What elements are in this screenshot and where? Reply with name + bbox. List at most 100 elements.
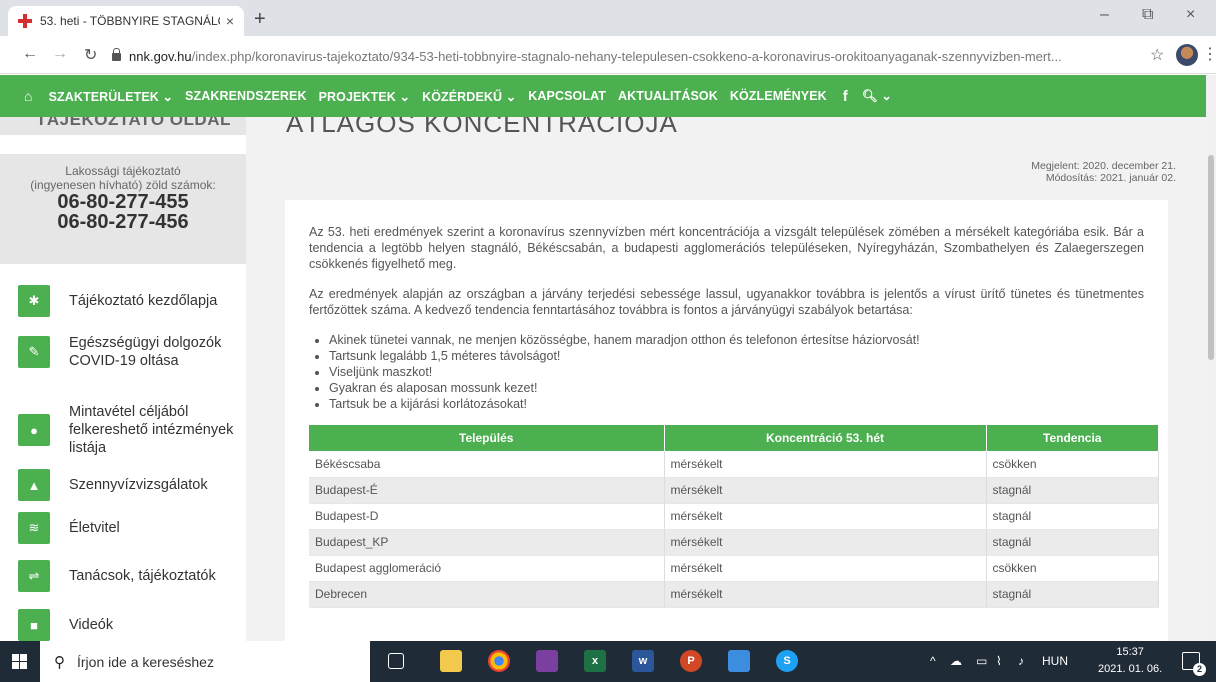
hotline-phone-1[interactable]: 06-80-277-455	[0, 192, 246, 212]
sidebar-item-label: Videók	[69, 617, 114, 633]
clock-time: 15:37	[1116, 646, 1144, 658]
list-item: Viseljünk maszkot!	[329, 364, 1144, 380]
browser-menu-icon[interactable]: ⋮	[1202, 44, 1216, 64]
nav-kozerdeku[interactable]: KÖZÉRDEKŰ ⌄	[422, 89, 516, 104]
syringe-icon: ✎	[18, 336, 50, 368]
tab-title: 53. heti - TÖBBNYIRE STAGNÁLÓ	[40, 14, 220, 28]
language-indicator[interactable]: HUN	[1042, 654, 1068, 668]
url-host: nnk.gov.hu	[129, 48, 192, 64]
main-content: ÁTLAGOS KONCENTRÁCIÓJA Megjelent: 2020. …	[246, 117, 1206, 641]
skype-icon[interactable]: S	[776, 650, 798, 672]
table-cell: csökken	[986, 555, 1159, 582]
hotline-lead-2: (ingyenesen hívható) zöld számok:	[30, 178, 216, 192]
cloud-icon[interactable]: ☁	[950, 654, 962, 668]
excel-icon[interactable]: x	[584, 650, 606, 672]
video-camera-icon: ■	[18, 609, 50, 641]
site-nav-bar: ⌂ SZAKTERÜLETEK ⌄ SZAKRENDSZEREK PROJEKT…	[0, 75, 1210, 117]
battery-icon[interactable]: ▭	[976, 654, 987, 668]
sidebar-item-videok[interactable]: ■ Videók	[18, 609, 239, 641]
sidebar-item-label: Egészségügyi dolgozók COVID-19 oltása	[69, 335, 222, 369]
table-row: Budapest_KP mérsékelt stagnál	[309, 529, 1159, 556]
forward-arrow-icon[interactable]: →	[52, 45, 68, 63]
sidebar-item-eletvitel[interactable]: ≋ Életvitel	[18, 512, 239, 544]
taskbar-clock[interactable]: 15:37 2021. 01. 06.	[1098, 644, 1162, 678]
table-cell: mérsékelt	[664, 581, 987, 608]
windows-start-icon[interactable]	[12, 654, 27, 669]
sidebar-item-mintavetel[interactable]: ● Mintavétel céljából felkereshető intéz…	[18, 403, 239, 457]
sidebar-item-label: Mintavétel céljából felkereshető intézmé…	[69, 404, 234, 456]
table-cell: stagnál	[986, 477, 1159, 504]
table-cell: Budapest-É	[309, 477, 665, 504]
network-icon[interactable]: ⌇	[996, 654, 1002, 668]
browser-tab[interactable]: 53. heti - TÖBBNYIRE STAGNÁLÓ ×	[8, 6, 244, 36]
sidebar-item-kezdolap[interactable]: ✱ Tájékoztató kezdőlapja	[18, 285, 239, 317]
table-cell: stagnál	[986, 503, 1159, 530]
nav-kapcsolat[interactable]: KAPCSOLAT	[528, 89, 606, 103]
table-row: Debrecen mérsékelt stagnál	[309, 581, 1159, 608]
app-grid-icon[interactable]	[728, 650, 750, 672]
url-path: /index.php/koronavirus-tajekoztato/934-5…	[191, 48, 1062, 64]
nav-aktualitasok[interactable]: AKTUALITÁSOK	[618, 89, 718, 103]
table-cell: mérsékelt	[664, 555, 987, 582]
tray-chevron-icon[interactable]: ^	[930, 654, 936, 668]
table-header-row: Település Koncentráció 53. hét Tendencia	[309, 425, 1159, 451]
nav-szakrendszerek[interactable]: SZAKRENDSZEREK	[185, 89, 307, 103]
bookmark-star-icon[interactable]: ☆	[1150, 45, 1164, 65]
clock-date: 2021. 01. 06.	[1098, 663, 1163, 675]
task-view-icon[interactable]	[388, 653, 404, 669]
sidebar-heading-box: TÁJÉKOZTATÓ OLDAL	[0, 117, 246, 135]
sidebar-item-label: Életvitel	[69, 520, 120, 536]
taskbar-search[interactable]: ⚲ Írjon ide a kereséshez	[40, 641, 370, 682]
search-icon[interactable]: 🔍︎ ⌄	[862, 88, 892, 104]
table-cell: stagnál	[986, 581, 1159, 608]
nav-szakteruletek[interactable]: SZAKTERÜLETEK ⌄	[49, 89, 173, 104]
minimize-icon[interactable]: –	[1100, 6, 1109, 24]
reload-icon[interactable]: ↻	[84, 45, 97, 65]
notification-icon[interactable]: 2	[1182, 652, 1206, 676]
volume-icon[interactable]: ♪	[1018, 654, 1024, 668]
new-tab-button[interactable]: +	[254, 8, 266, 31]
site-favicon-icon	[18, 14, 32, 28]
table-row: Budapest-D mérsékelt stagnál	[309, 503, 1159, 530]
sidebar-item-label: Tanácsok, tájékoztatók	[69, 568, 216, 584]
sidebar-item-tanacsok[interactable]: ⇌ Tanácsok, tájékoztatók	[18, 560, 239, 592]
tab-close-icon[interactable]: ×	[226, 13, 234, 29]
back-arrow-icon[interactable]: ←	[22, 45, 38, 63]
people-distance-icon: ⇌	[18, 560, 50, 592]
lock-icon	[112, 48, 121, 61]
drop-icon: ▲	[18, 469, 50, 501]
url-field[interactable]: nnk.gov.hu/index.php/koronavirus-tajekoz…	[112, 44, 1144, 68]
list-item: Gyakran és alaposan mossunk kezet!	[329, 380, 1144, 396]
published-date: Megjelent: 2020. december 21.	[1031, 160, 1176, 172]
page-scrollbar[interactable]	[1206, 75, 1216, 641]
nav-projektek[interactable]: PROJEKTEK ⌄	[319, 89, 410, 104]
hotline-box: Lakossági tájékoztató (ingyenesen hívhat…	[0, 154, 246, 264]
hotline-phone-2[interactable]: 06-80-277-456	[0, 212, 246, 232]
save-disk-icon[interactable]	[536, 650, 558, 672]
home-icon[interactable]: ⌂	[24, 88, 33, 104]
facebook-icon[interactable]: f	[843, 88, 848, 105]
file-explorer-icon[interactable]	[440, 650, 462, 672]
location-pin-icon: ●	[18, 414, 50, 446]
restore-icon[interactable]: ⧉	[1142, 6, 1153, 24]
table-cell: mérsékelt	[664, 451, 987, 478]
notification-count: 2	[1193, 663, 1206, 676]
table-cell: stagnál	[986, 529, 1159, 556]
sidebar-heading: TÁJÉKOZTATÓ OLDAL	[36, 117, 231, 129]
scrollbar-thumb[interactable]	[1208, 155, 1214, 360]
sidebar-item-label: Szennyvízvizsgálatok	[69, 477, 208, 493]
list-item: Akinek tünetei vannak, ne menjen közössé…	[329, 332, 1144, 348]
chrome-icon[interactable]	[488, 650, 510, 672]
table-row: Békéscsaba mérsékelt csökken	[309, 451, 1159, 478]
word-icon[interactable]: w	[632, 650, 654, 672]
profile-avatar[interactable]	[1176, 44, 1198, 66]
sidebar-item-oltas[interactable]: ✎ Egészségügyi dolgozók COVID-19 oltása	[18, 334, 239, 370]
results-table: Település Koncentráció 53. hét Tendencia…	[309, 425, 1159, 608]
sidebar-item-szennyviz[interactable]: ▲ Szennyvízvizsgálatok	[18, 469, 239, 501]
table-cell: Budapest agglomeráció	[309, 555, 665, 582]
nav-kozlemenyek[interactable]: KÖZLEMÉNYEK	[730, 89, 827, 103]
virus-icon: ✱	[18, 285, 50, 317]
window-close-icon[interactable]: ×	[1186, 6, 1195, 24]
powerpoint-icon[interactable]: P	[680, 650, 702, 672]
search-icon: ⚲	[54, 653, 65, 671]
